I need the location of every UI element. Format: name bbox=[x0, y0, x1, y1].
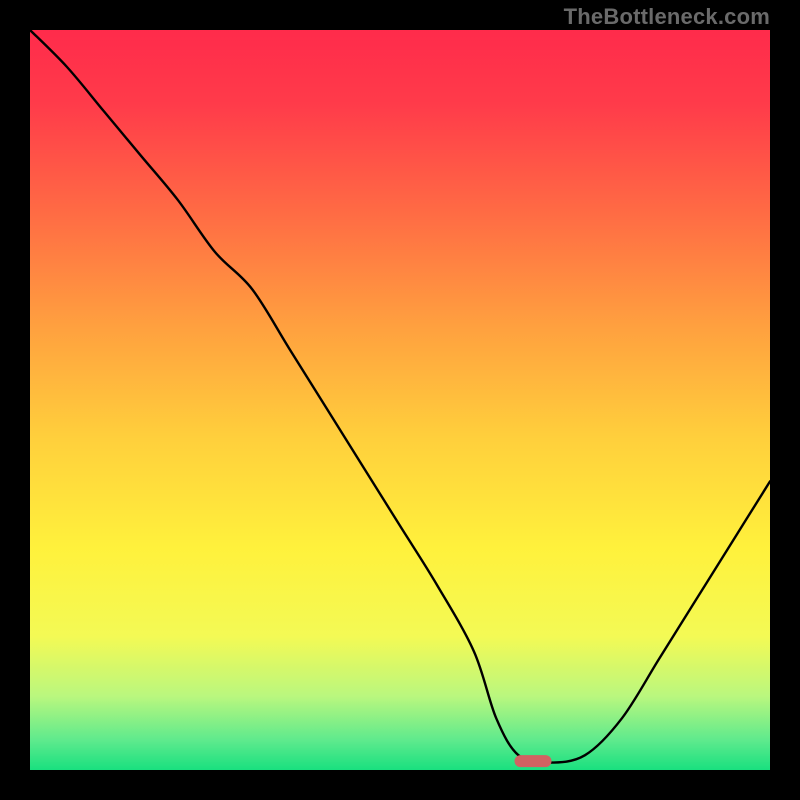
plot-area bbox=[30, 30, 770, 770]
bottleneck-curve bbox=[30, 30, 770, 770]
outer-frame: TheBottleneck.com bbox=[0, 0, 800, 800]
watermark-text: TheBottleneck.com bbox=[564, 4, 770, 30]
optimal-marker bbox=[515, 755, 552, 767]
